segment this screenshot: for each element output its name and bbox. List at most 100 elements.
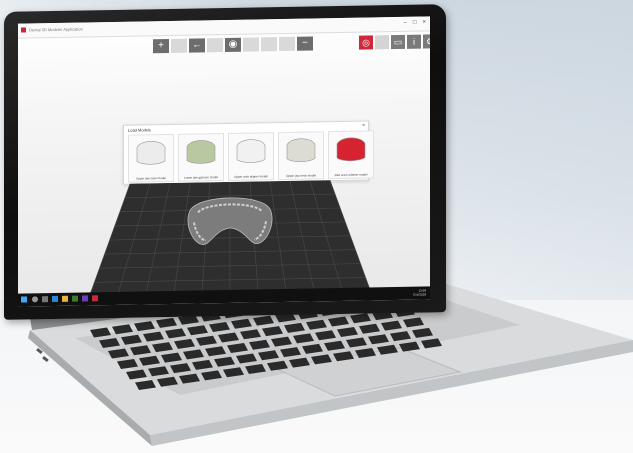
start-icon[interactable] [21, 296, 27, 303]
keyboard-key[interactable] [139, 355, 160, 366]
close-button[interactable]: × [422, 19, 426, 25]
keyboard-key[interactable] [311, 354, 332, 365]
keyboard-key[interactable] [179, 373, 200, 384]
file-explorer-icon[interactable] [62, 295, 68, 302]
keyboard-key[interactable] [126, 369, 147, 380]
keyboard-key[interactable] [346, 337, 367, 348]
keyboard-key[interactable] [231, 318, 252, 329]
keyboard-key[interactable] [293, 333, 314, 344]
minimize-button[interactable]: – [404, 20, 407, 26]
view-button[interactable]: ◉ [225, 37, 241, 52]
keyboard-key[interactable] [165, 328, 186, 339]
toolbar-button-7[interactable] [261, 37, 277, 52]
keyboard-key[interactable] [249, 339, 270, 350]
keyboard-key[interactable] [112, 324, 133, 335]
keyboard-key[interactable] [236, 353, 257, 364]
maximize-button[interactable]: □ [413, 20, 417, 26]
folder-button[interactable]: ▭ [391, 34, 405, 50]
keyboard-key[interactable] [108, 348, 129, 359]
keyboard-key[interactable] [157, 376, 178, 387]
toolbar-button-6[interactable] [243, 37, 259, 52]
minus-button[interactable]: − [297, 36, 313, 51]
dental-app-taskbar-icon[interactable] [92, 295, 98, 302]
keyboard-key[interactable] [421, 338, 442, 349]
keyboard-key[interactable] [403, 317, 424, 328]
keyboard-key[interactable] [359, 323, 380, 334]
keyboard-key[interactable] [306, 319, 327, 330]
keyboard-key[interactable] [258, 350, 279, 361]
keyboard-key[interactable] [328, 316, 349, 327]
keyboard-key[interactable] [218, 332, 239, 343]
keyboard-key[interactable] [399, 341, 420, 352]
keyboard-key[interactable] [381, 320, 402, 331]
model-tile[interactable]: Lower jaw gypsum model [178, 133, 224, 182]
keyboard-key[interactable] [245, 364, 266, 374]
keyboard-key[interactable] [205, 346, 226, 357]
settings-button[interactable]: ⚙ [423, 34, 430, 49]
back-button[interactable]: ← [189, 38, 205, 53]
toolbar-button-4[interactable] [207, 38, 223, 53]
keyboard-key[interactable] [240, 329, 261, 340]
picker-close-button[interactable]: × [362, 123, 365, 129]
keyboard-key[interactable] [267, 360, 288, 371]
keyboard-key[interactable] [143, 331, 164, 342]
model-picker-dialog: Load Models × Upper jaw scan model Lower … [123, 120, 374, 185]
store-icon[interactable] [72, 295, 78, 302]
keyboard-key[interactable] [192, 359, 213, 370]
keyboard-key[interactable] [280, 347, 301, 358]
keyboard-key[interactable] [337, 327, 358, 337]
task-view-icon[interactable] [42, 296, 48, 303]
keyboard-key[interactable] [209, 322, 230, 332]
keyboard-key[interactable] [262, 326, 283, 337]
keyboard-key[interactable] [324, 340, 345, 351]
model-tile[interactable]: Upper arch aligner model [228, 132, 274, 181]
keyboard-key[interactable] [333, 351, 354, 362]
keyboard-key[interactable] [117, 359, 138, 369]
keyboard-key[interactable] [223, 367, 244, 378]
toolbar-button-8[interactable] [279, 36, 295, 52]
keyboard-key[interactable] [130, 345, 151, 356]
keyboard-key[interactable] [174, 338, 195, 349]
keyboard-key[interactable] [196, 335, 217, 346]
keyboard-key[interactable] [253, 315, 274, 326]
keyboard-key[interactable] [227, 343, 248, 353]
keyboard-key[interactable] [170, 363, 191, 374]
keyboard-key[interactable] [214, 356, 235, 367]
keyboard-key[interactable] [152, 342, 173, 353]
keyboard-key[interactable] [390, 331, 411, 342]
model-tile[interactable]: Red resin retainer model [328, 130, 374, 180]
model-tile[interactable]: Upper jaw scan model [128, 133, 174, 183]
keyboard-key[interactable] [355, 348, 376, 358]
app-icon[interactable] [82, 295, 88, 302]
keyboard-key[interactable] [134, 321, 155, 332]
windows-taskbar: 13:58 7/14/2018 [18, 286, 430, 307]
keyboard-key[interactable] [350, 313, 371, 324]
keyboard-key[interactable] [161, 352, 182, 363]
keyboard-key[interactable] [201, 370, 222, 381]
right-tool-2[interactable] [375, 35, 389, 50]
keyboard-key[interactable] [271, 336, 292, 347]
keyboard-key[interactable] [412, 327, 433, 338]
keyboard-key[interactable] [289, 357, 310, 368]
model-tile[interactable]: Upper jaw resin model [278, 131, 324, 181]
info-button[interactable]: i [407, 34, 421, 49]
add-button[interactable]: + [153, 38, 169, 54]
model-button[interactable]: ◎ [359, 35, 373, 50]
search-icon[interactable] [32, 296, 38, 303]
keyboard-key[interactable] [148, 366, 169, 377]
keyboard-key[interactable] [99, 338, 120, 348]
keyboard-key[interactable] [368, 334, 389, 345]
keyboard-key[interactable] [135, 380, 156, 390]
keyboard-key[interactable] [156, 317, 177, 328]
keyboard-key[interactable] [315, 330, 336, 341]
keyboard-key[interactable] [90, 327, 111, 338]
keyboard-key[interactable] [302, 343, 323, 354]
edge-icon[interactable] [52, 295, 58, 303]
keyboard-key[interactable] [187, 325, 208, 336]
keyboard-key[interactable] [377, 344, 398, 355]
keyboard-key[interactable] [284, 322, 305, 333]
toolbar-button-2[interactable] [171, 38, 187, 53]
model-tiles: Upper jaw scan model Lower jaw gypsum mod… [128, 130, 374, 183]
keyboard-key[interactable] [121, 334, 142, 345]
keyboard-key[interactable] [183, 349, 204, 360]
